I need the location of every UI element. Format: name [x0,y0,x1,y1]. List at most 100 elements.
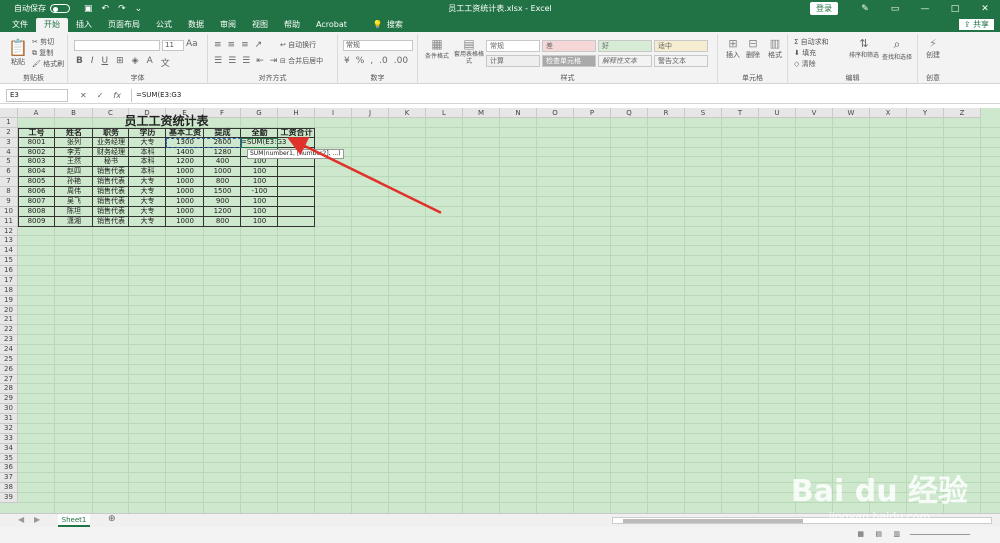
customize-qat-icon[interactable]: ⌄ [135,4,143,14]
phonetic-icon[interactable]: 文 [161,56,170,69]
create-button[interactable]: ⚡ 创建 [922,37,944,60]
font-size-select[interactable]: 11 [162,40,184,51]
align-bottom-icon[interactable]: ≡ [241,40,249,50]
paste-label: 粘贴 [11,58,25,66]
style-bad[interactable]: 差 [542,40,596,52]
format-cells-button[interactable]: ▥ 格式 [764,37,786,60]
tab-page-layout[interactable]: 页面布局 [100,18,148,32]
tab-formulas[interactable]: 公式 [148,18,180,32]
insert-cells-button[interactable]: ⊞ 插入 [722,37,744,60]
insert-function-icon[interactable]: fx [113,91,121,100]
delete-cells-button[interactable]: ⊟ 删除 [742,37,764,60]
share-button[interactable]: ⇪ 共享 [958,19,994,30]
decimal-decrease-icon[interactable]: .00 [394,56,408,66]
find-select-button[interactable]: ⌕ 查找和选择 [880,37,914,61]
percent-icon[interactable]: % [356,56,365,66]
view-page-break-icon[interactable]: ▥ [893,530,900,538]
fill-color-icon[interactable]: ◈ [132,56,139,69]
align-left-icon[interactable]: ☰ [214,56,222,66]
orientation-icon[interactable]: ↗ [255,40,263,50]
table-format-button[interactable]: ▤ 套用表格格式 [454,37,484,65]
formula-input[interactable]: =SUM(E3:G3 [130,89,994,102]
style-good[interactable]: 好 [598,40,652,52]
toggle-switch-icon[interactable] [50,4,70,13]
next-sheet-icon[interactable]: ▶ [34,515,40,524]
tab-help[interactable]: 帮助 [276,18,308,32]
format-painter-button[interactable]: 🖌 格式刷 [32,59,64,70]
login-button[interactable]: 登录 [810,2,838,15]
number-format-select[interactable]: 常规 [343,40,413,51]
clear-button[interactable]: ◇ 清除 [794,59,829,70]
style-warning[interactable]: 警告文本 [654,55,708,67]
shrink-font-icon[interactable]: a [192,39,198,49]
undo-icon[interactable]: ↶ [102,4,110,14]
tab-insert[interactable]: 插入 [68,18,100,32]
conditional-format-button[interactable]: ▦ 条件格式 [422,37,452,60]
baidu-watermark: Bai du 经验 jingyan.baidu.com [791,466,968,523]
underline-icon[interactable]: U [102,56,109,69]
sort-label: 排序和筛选 [848,52,879,59]
maximize-button[interactable]: □ [940,4,970,14]
close-button[interactable]: ✕ [970,4,1000,14]
align-right-icon[interactable]: ☰ [242,56,250,66]
lightning-icon: ⚡ [929,37,937,50]
create-group: ⚡ 创建 创意 [918,34,948,84]
paste-icon: 📋 [8,38,28,57]
tab-home[interactable]: 开始 [36,18,68,32]
name-box[interactable]: E3 [6,89,68,102]
merge-center-button[interactable]: ⊟ 合并后居中 [280,56,323,66]
sort-filter-button[interactable]: ⇅ 排序和筛选 [848,37,880,59]
ribbon-display-icon[interactable]: ▭ [880,4,910,14]
scrollbar-thumb[interactable] [623,519,803,523]
redo-icon[interactable]: ↷ [118,4,126,14]
copy-button[interactable]: ⧉ 复制 [32,48,64,59]
bold-icon[interactable]: B [76,56,83,69]
italic-icon[interactable]: I [91,56,94,69]
add-sheet-icon[interactable]: ⊕ [108,514,116,524]
style-calculation[interactable]: 计算 [486,55,540,67]
cut-button[interactable]: ✂ 剪切 [32,37,64,48]
worksheet-grid[interactable]: A B C D E F G H I J K L M N O P Q R S T U V W X Y Z 1 2 3 4 5 6 7 8 9 10 11 1… [0,108,1000,513]
cancel-entry-icon[interactable]: ✕ [80,91,87,100]
tab-data[interactable]: 数据 [180,18,212,32]
save-icon[interactable]: ▣ [84,4,93,14]
align-top-icon[interactable]: ≡ [214,40,222,50]
tab-acrobat[interactable]: Acrobat [308,18,355,32]
decimal-increase-icon[interactable]: .0 [379,56,388,66]
align-middle-icon[interactable]: ≡ [228,40,236,50]
prev-sheet-icon[interactable]: ◀ [18,515,24,524]
style-normal[interactable]: 常规 [486,40,540,52]
font-group: 11 Aa B I U ⊞ ◈ A 文 字体 [68,34,208,84]
watermark-url: jingyan.baidu.com [828,510,931,523]
style-neutral[interactable]: 适中 [654,40,708,52]
wrap-text-button[interactable]: ↩ 自动换行 [280,40,316,50]
style-explanatory[interactable]: 解释性文本 [598,55,652,67]
style-check-cell[interactable]: 检查单元格 [542,55,596,67]
font-name-select[interactable] [74,40,160,51]
autosave-toggle[interactable]: 自动保存 [14,3,70,14]
tab-file[interactable]: 文件 [4,18,36,32]
autosum-button[interactable]: Σ 自动求和 [794,37,829,48]
tab-review[interactable]: 审阅 [212,18,244,32]
comma-icon[interactable]: , [370,56,373,66]
fill-button[interactable]: ⬇ 填充 [794,48,829,59]
number-group-label: 数字 [370,74,385,82]
currency-icon[interactable]: ¥ [344,56,350,66]
zoom-slider[interactable] [910,534,970,535]
border-icon[interactable]: ⊞ [116,56,124,69]
indent-decrease-icon[interactable]: ⇤ [256,56,264,66]
sheet-tab-sheet1[interactable]: Sheet1 [58,514,90,527]
search-box[interactable]: 💡 搜索 [373,18,403,32]
align-center-icon[interactable]: ☰ [228,56,236,66]
tab-view[interactable]: 视图 [244,18,276,32]
paste-button[interactable]: 📋 粘贴 [8,38,28,67]
minimize-button[interactable]: — [910,4,940,14]
delete-cells-icon: ⊟ [748,37,758,50]
indent-increase-icon[interactable]: ⇥ [270,56,278,66]
confirm-entry-icon[interactable]: ✓ [97,91,104,100]
alignment-group-label: 对齐方式 [258,74,287,82]
view-normal-icon[interactable]: ▦ [857,530,864,538]
pen-icon[interactable]: ✎ [850,4,880,14]
font-color-icon[interactable]: A [147,56,153,69]
view-page-layout-icon[interactable]: ▤ [875,530,882,538]
